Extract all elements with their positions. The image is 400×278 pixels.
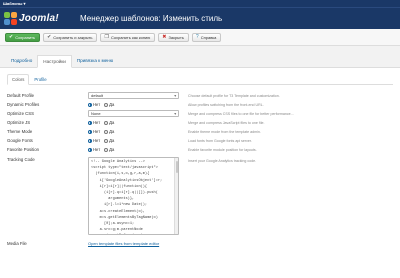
radio-dot [88,138,92,143]
joomla-logo: Joomla! [4,12,62,25]
radio-dot [88,102,92,107]
field-label: Default Profile [7,93,34,98]
field-google-fonts: Google Fonts Нет Да Load fonts from Goog… [7,136,393,145]
admin-header: Joomla! Менеджер шаблонов: Изменить стил… [0,7,400,29]
save-copy-button[interactable]: ❐ Сохранить как копию [100,32,156,42]
top-nav-bar: Шаблоны ▾ [0,0,400,7]
radio-no[interactable]: Нет [88,102,100,107]
radio-no[interactable]: Нет [88,120,100,125]
subtab-colors[interactable]: Colors [7,74,30,85]
field-label: Media File [7,240,27,246]
page-title: Менеджер шаблонов: Изменить стиль [80,14,223,23]
field-label: Tracking Code [7,157,35,162]
radio-dot [104,120,109,125]
field-description: Insert your Google Analytics tracking co… [188,159,257,163]
help-button[interactable]: ? Справка [191,32,222,42]
radio-yes[interactable]: Да [104,129,114,134]
copy-icon: ❐ [104,33,109,40]
tracking-code-textarea[interactable]: <!-- Google Analytics --> <script type="… [88,157,179,235]
field-description: Enable theme mode from the template admi… [188,129,261,134]
field-default-profile: Default Profile default ▼ Choose default… [7,91,393,100]
close-icon: ✖ [162,33,167,40]
default-profile-select[interactable]: default ▼ [88,92,179,99]
optimize-css-select[interactable]: None ▼ [88,110,179,117]
checkmark-icon: ✔ [47,33,52,40]
chevron-down-icon: ▼ [173,111,177,116]
radio-no[interactable]: Нет [88,138,100,143]
subtab-profile[interactable]: Profile [29,74,51,85]
settings-panel: Colors Profile Default Profile default ▼… [0,68,400,278]
field-description: Load fonts from Google fonts api server. [188,138,252,143]
radio-dot [104,129,109,134]
field-media-file: Media File Open template files from temp… [7,239,393,247]
field-tracking-code: Tracking Code <!-- Google Analytics --> … [7,157,393,235]
field-theme-mode: Theme Mode Нет Да Enable theme mode from… [7,127,393,136]
field-label: Optimize JS [7,120,31,125]
radio-dot [88,129,92,134]
field-description: Enable favorite module position for layo… [188,147,257,152]
radio-dot [88,120,92,125]
joomla-mark-icon [4,12,17,25]
radio-dot [104,102,109,107]
field-description: Choose default profile for T3 Template a… [188,93,280,98]
tab-settings[interactable]: Настройки [37,55,72,68]
question-icon: ? [195,33,199,40]
logo-text: Joomla! [19,13,59,24]
save-button[interactable]: ✔ Сохранить [5,32,41,42]
divider [7,84,393,85]
tab-details[interactable]: Подробно [6,55,37,67]
radio-no[interactable]: Нет [88,129,100,134]
field-label: Theme Mode [7,129,33,134]
tab-menu-assignment[interactable]: Привязка к меню [72,55,118,67]
field-description: Allow profiles switching from the front-… [188,102,264,107]
toolbar: ✔ Сохранить ✔ Сохранить и закрыть ❐ Сохр… [0,29,400,46]
field-dynamic-profiles: Dynamic Profiles Нет Да Allow profiles s… [7,100,393,109]
radio-dot [88,147,92,152]
tracking-code-text: <!-- Google Analytics --> <script type="… [91,160,163,233]
radio-yes[interactable]: Да [104,147,114,152]
textarea-scrollbar[interactable] [174,158,178,234]
radio-yes[interactable]: Да [104,102,114,107]
radio-dot [104,147,109,152]
checkmark-icon: ✔ [9,33,14,40]
close-button[interactable]: ✖ Закрыть [158,32,189,42]
field-label: Dynamic Profiles [7,102,40,107]
radio-no[interactable]: Нет [88,147,100,152]
chevron-down-icon: ▼ [173,93,177,98]
field-optimize-js: Optimize JS Нет Да Merge and compress Ja… [7,118,393,127]
radio-dot [104,138,109,143]
field-description: Merge and compress JavaScript files to o… [188,120,265,125]
field-description: Merge and compress CSS files to one file… [188,111,294,116]
field-optimize-css: Optimize CSS None ▼ Merge and compress C… [7,109,393,118]
save-close-button[interactable]: ✔ Сохранить и закрыть [43,32,98,42]
open-template-files-link[interactable]: Open template files from template editor [88,241,159,246]
field-label: Favorite Position [7,147,40,152]
radio-yes[interactable]: Да [104,120,114,125]
top-nav-menu-templates[interactable]: Шаблоны ▾ [3,1,26,6]
radio-yes[interactable]: Да [104,138,114,143]
field-favorite-position: Favorite Position Нет Да Enable favorite… [7,145,393,154]
field-label: Optimize CSS [7,111,34,116]
field-label: Google Fonts [7,138,33,143]
main-tabs: Подробно Настройки Привязка к меню [0,46,400,68]
